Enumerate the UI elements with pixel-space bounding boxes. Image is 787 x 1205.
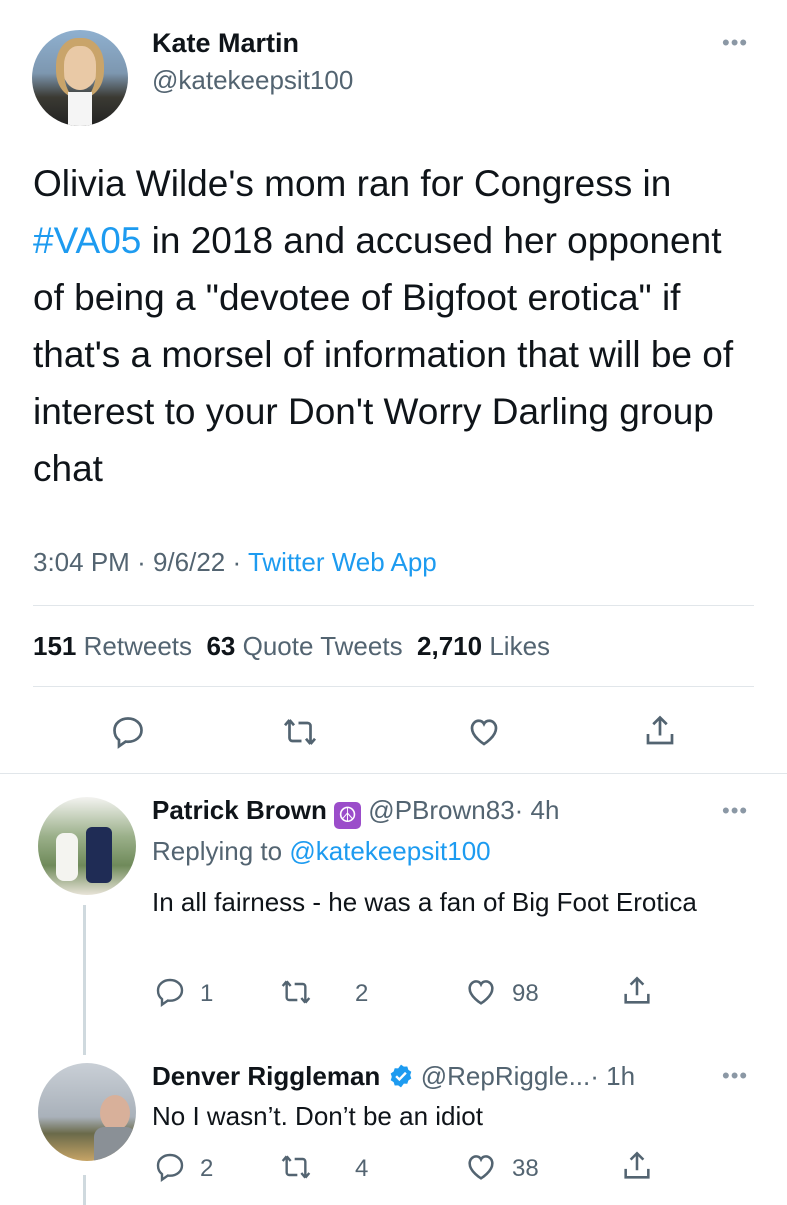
retweet-icon[interactable]: [280, 1150, 312, 1184]
reply-icon[interactable]: [154, 975, 186, 1009]
reply-time[interactable]: · 4h: [515, 795, 560, 825]
replying-to: Replying to @katekeepsit100: [152, 836, 491, 867]
tweet-text-part: Olivia Wilde's mom ran for Congress in: [33, 163, 672, 204]
reply-handle[interactable]: @PBrown83: [368, 795, 514, 825]
tweet-source[interactable]: Twitter Web App: [248, 547, 437, 577]
reply-actions: 1 2 98: [0, 975, 787, 1011]
tweet-stats: 151 Retweets 63 Quote Tweets 2,710 Likes: [33, 631, 550, 662]
reply-header: Denver Riggleman @RepRiggle...· 1h: [152, 1061, 635, 1096]
reply-author-name[interactable]: Patrick Brown: [152, 795, 327, 825]
retweets-count: 151: [33, 631, 77, 661]
share-icon[interactable]: [620, 1148, 654, 1184]
author-avatar[interactable]: [32, 30, 128, 126]
retweet-count: 2: [355, 980, 369, 1007]
reply-count: 2: [200, 1155, 214, 1182]
like-count: 98: [512, 980, 539, 1007]
quotes-label: Quote Tweets: [242, 631, 403, 661]
like-icon[interactable]: [464, 975, 498, 1009]
reply-author-name[interactable]: Denver Riggleman: [152, 1061, 380, 1091]
retweet-count: 4: [355, 1155, 369, 1182]
author-handle[interactable]: @katekeepsit100: [152, 65, 353, 96]
divider: [33, 605, 754, 606]
more-options-icon[interactable]: •••: [722, 30, 748, 56]
retweets-stat[interactable]: 151 Retweets: [33, 631, 192, 661]
like-count: 38: [512, 1155, 539, 1182]
reply-actions: 2 4 38: [0, 1150, 787, 1186]
reply-count: 1: [200, 980, 214, 1007]
quotes-stat[interactable]: 63 Quote Tweets: [206, 631, 402, 661]
replying-label: Replying to: [152, 836, 283, 866]
likes-stat[interactable]: 2,710 Likes: [417, 631, 550, 661]
like-icon[interactable]: [466, 714, 502, 750]
share-icon[interactable]: [642, 712, 678, 750]
tweet-text: Olivia Wilde's mom ran for Congress in #…: [33, 155, 753, 497]
retweet-icon[interactable]: [282, 714, 318, 750]
quotes-count: 63: [206, 631, 236, 661]
tweet-meta: 3:04 PM · 9/6/22 · Twitter Web App: [33, 547, 437, 578]
divider: [0, 773, 787, 774]
tweet-time[interactable]: 3:04 PM: [33, 547, 130, 577]
reply-icon[interactable]: [110, 714, 146, 750]
like-icon[interactable]: [464, 1150, 498, 1184]
retweets-label: Retweets: [83, 631, 193, 661]
author-name[interactable]: Kate Martin: [152, 28, 299, 59]
verified-badge-icon: [388, 1063, 414, 1096]
reply-avatar[interactable]: [38, 797, 136, 895]
separator: ·: [137, 547, 146, 577]
share-icon[interactable]: [620, 973, 654, 1009]
peace-badge-icon: ☮: [334, 802, 362, 829]
tweet-date[interactable]: 9/6/22: [153, 547, 225, 577]
reply-header: Patrick Brown ☮ @PBrown83· 4h: [152, 795, 559, 829]
more-options-icon[interactable]: •••: [722, 1063, 748, 1089]
hashtag-link[interactable]: #VA05: [33, 220, 141, 261]
replying-to-link[interactable]: @katekeepsit100: [289, 836, 490, 866]
reply-text: In all fairness - he was a fan of Big Fo…: [152, 887, 697, 917]
retweet-icon[interactable]: [280, 975, 312, 1009]
reply-icon[interactable]: [154, 1150, 186, 1184]
reply-time[interactable]: · 1h: [590, 1061, 635, 1091]
reply-text: No I wasn’t. Don’t be an idiot: [152, 1101, 483, 1131]
reply-avatar[interactable]: [38, 1063, 136, 1161]
likes-label: Likes: [489, 631, 551, 661]
more-options-icon[interactable]: •••: [722, 798, 748, 824]
separator: ·: [232, 547, 242, 577]
divider: [33, 686, 754, 687]
likes-count: 2,710: [417, 631, 483, 661]
reply-handle[interactable]: @RepRiggle...: [421, 1061, 590, 1091]
